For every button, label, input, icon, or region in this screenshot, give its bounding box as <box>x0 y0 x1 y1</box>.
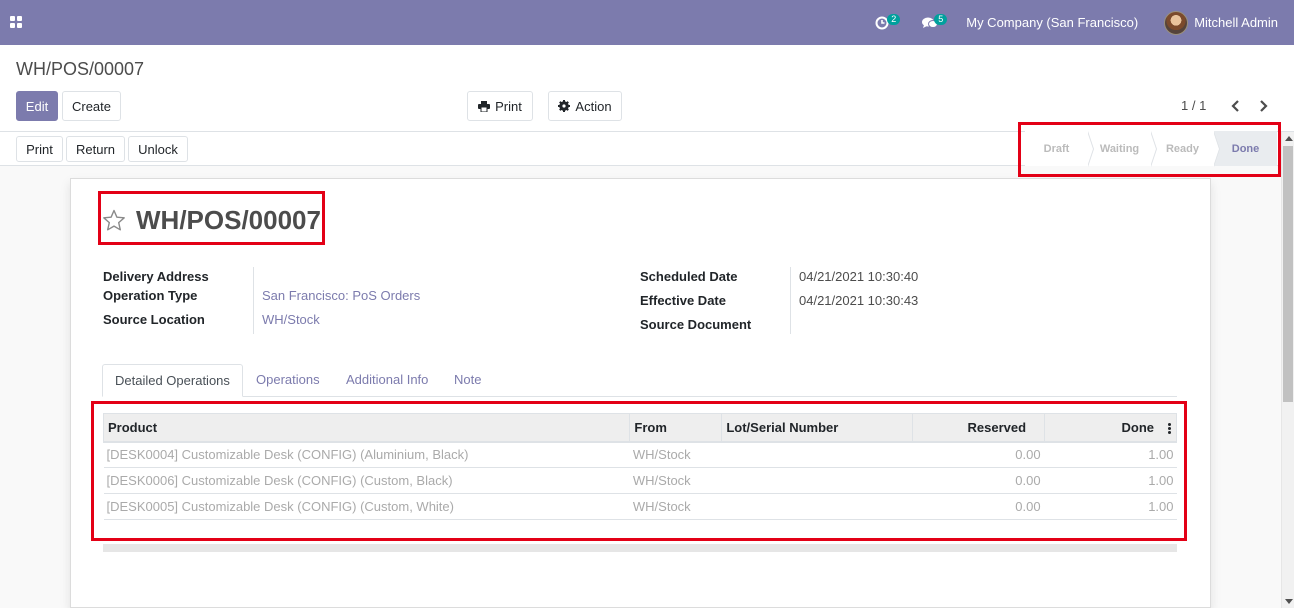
create-button[interactable]: Create <box>62 91 121 121</box>
action-dropdown-button[interactable]: Action <box>548 91 622 121</box>
col-from[interactable]: From <box>629 413 723 443</box>
chevron-right-icon[interactable] <box>1257 100 1269 112</box>
table-row[interactable]: [DESK0004] Customizable Desk (CONFIG) (A… <box>103 441 1177 468</box>
row-lot <box>721 467 913 494</box>
delivery-address-label: Delivery Address <box>103 269 209 284</box>
edit-button[interactable]: Edit <box>16 91 58 121</box>
stage-waiting: Waiting <box>1088 131 1157 167</box>
print-dropdown-button[interactable]: Print <box>467 91 533 121</box>
right-fields-divider <box>790 267 791 334</box>
navbar-systray: 2 5 My Company (San Francisco) Mitchell … <box>873 0 1294 45</box>
user-avatar[interactable] <box>1164 10 1189 35</box>
col-done-label: Done <box>1121 419 1155 435</box>
record-title: WH/POS/00007 <box>136 205 321 235</box>
tab-detailed-operations[interactable]: Detailed Operations <box>102 364 243 397</box>
row-done: 1.00 <box>1044 441 1177 468</box>
star-icon[interactable] <box>102 209 126 232</box>
messages-badge: 5 <box>934 13 948 25</box>
row-from: WH/Stock <box>629 441 722 468</box>
source-location-value[interactable]: WH/Stock <box>262 312 320 327</box>
stage-pipeline: Draft Waiting Ready Done <box>1025 131 1277 167</box>
messages-chat-icon[interactable]: 5 <box>920 12 948 34</box>
record-title-row: WH/POS/00007 <box>102 205 321 236</box>
source-location-label: Source Location <box>103 312 205 327</box>
col-reserved[interactable]: Reserved <box>912 413 1046 443</box>
gear-icon <box>558 100 571 112</box>
effective-date-label: Effective Date <box>640 293 726 308</box>
col-product[interactable]: Product <box>102 413 631 443</box>
source-document-label: Source Document <box>640 317 752 332</box>
table-row[interactable]: [DESK0005] Customizable Desk (CONFIG) (C… <box>103 493 1177 520</box>
stage-ready: Ready <box>1151 131 1220 167</box>
vertical-scrollbar[interactable] <box>1281 132 1294 608</box>
row-lot <box>721 441 913 468</box>
return-button[interactable]: Return <box>66 136 125 162</box>
table-header-row: Product From Lot/Serial Number Reserved … <box>102 413 1177 443</box>
unlock-button[interactable]: Unlock <box>128 136 188 162</box>
breadcrumb: WH/POS/00007 <box>16 59 145 79</box>
tab-operations[interactable]: Operations <box>244 364 332 397</box>
stage-draft: Draft <box>1025 131 1094 167</box>
table-row[interactable]: [DESK0006] Customizable Desk (CONFIG) (C… <box>103 467 1177 494</box>
company-switcher[interactable]: My Company (San Francisco) <box>966 15 1138 30</box>
top-navbar: 2 5 My Company (San Francisco) Mitchell … <box>0 0 1294 45</box>
action-dropdown-label: Action <box>575 98 612 114</box>
detailed-operations-table: Product From Lot/Serial Number Reserved … <box>102 413 1177 520</box>
chevron-left-icon[interactable] <box>1230 100 1242 112</box>
activity-badge: 2 <box>887 13 901 25</box>
col-done[interactable]: Done <box>1044 413 1177 443</box>
effective-date-value: 04/21/2021 10:30:43 <box>799 293 919 308</box>
activity-clock-icon[interactable]: 2 <box>873 12 901 34</box>
row-done: 1.00 <box>1044 467 1177 494</box>
optional-columns-icon[interactable] <box>1168 422 1172 435</box>
apps-menu-icon[interactable] <box>10 16 23 28</box>
printer-icon <box>478 100 491 112</box>
row-done: 1.00 <box>1044 493 1177 520</box>
row-from: WH/Stock <box>629 467 722 494</box>
statusbar-print-button[interactable]: Print <box>16 136 63 162</box>
scheduled-date-value: 04/21/2021 10:30:40 <box>799 269 919 284</box>
row-reserved: 0.00 <box>912 493 1045 520</box>
left-fields-divider <box>253 267 254 334</box>
stage-done: Done <box>1214 131 1277 167</box>
operation-type-value[interactable]: San Francisco: PoS Orders <box>262 288 420 303</box>
row-product: [DESK0005] Customizable Desk (CONFIG) (C… <box>103 493 630 520</box>
row-from: WH/Stock <box>629 493 722 520</box>
tab-note[interactable]: Note <box>442 364 493 397</box>
notebook-tabs: Detailed Operations Operations Additiona… <box>102 364 1177 397</box>
operation-type-label: Operation Type <box>103 288 198 303</box>
row-reserved: 0.00 <box>912 441 1045 468</box>
table-horizontal-scrollbar[interactable] <box>103 544 1177 552</box>
row-product: [DESK0006] Customizable Desk (CONFIG) (C… <box>103 467 630 494</box>
row-reserved: 0.00 <box>912 467 1045 494</box>
row-product: [DESK0004] Customizable Desk (CONFIG) (A… <box>103 441 630 468</box>
print-dropdown-label: Print <box>495 98 522 114</box>
col-lot-serial[interactable]: Lot/Serial Number <box>721 413 914 443</box>
scheduled-date-label: Scheduled Date <box>640 269 738 284</box>
user-menu[interactable]: Mitchell Admin <box>1194 15 1278 30</box>
pager-value[interactable]: 1 / 1 <box>1181 98 1206 113</box>
tab-additional-info[interactable]: Additional Info <box>334 364 440 397</box>
control-panel: WH/POS/00007 Edit Create Print Action 1 … <box>0 45 1294 132</box>
row-lot <box>721 493 913 520</box>
